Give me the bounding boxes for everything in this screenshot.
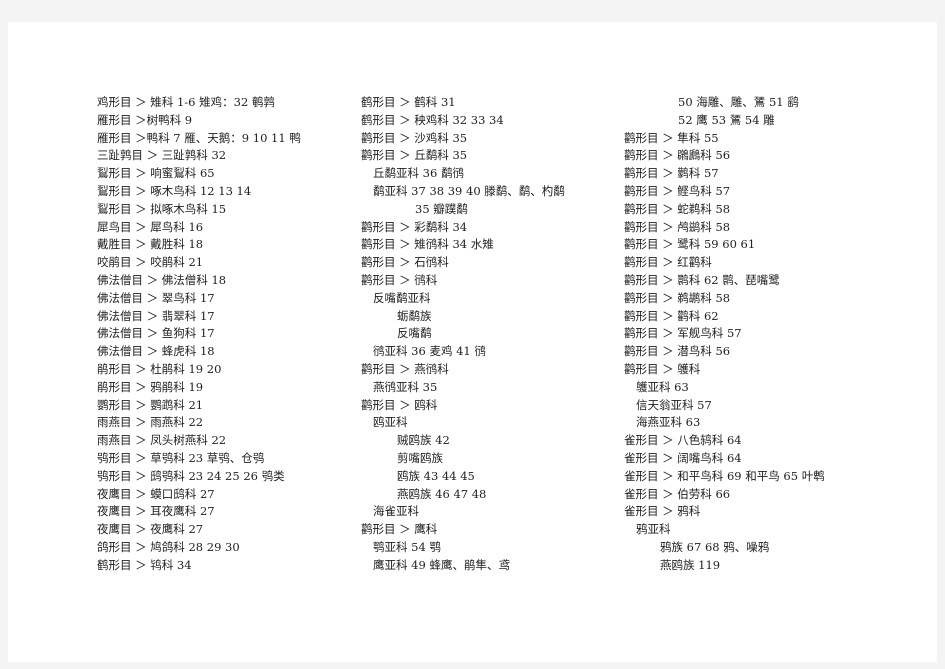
taxonomy-line: 佛法僧目 ＞ 鱼狗科 17 — [97, 326, 215, 341]
taxonomy-line: 夜鹰目 ＞ 蟆口鸱科 27 — [97, 486, 215, 501]
taxonomy-line: 鹳形目 ＞ 军舰鸟科 57 — [624, 326, 742, 341]
taxonomy-line: 海燕亚科 63 — [636, 415, 701, 430]
taxonomy-line: 雀形目 ＞ 八色鸫科 64 — [624, 433, 742, 448]
taxonomy-line: 雁形目 ＞树鸭科 9 — [97, 112, 193, 127]
taxonomy-line: 蛎鹬族 — [397, 308, 432, 323]
taxonomy-line: 鹃形目 ＞ 杜鹃科 19 20 — [97, 361, 222, 376]
taxonomy-line: 雀形目 ＞ 鸦科 — [624, 504, 701, 519]
taxonomy-line: 剪嘴鸥族 — [397, 450, 443, 465]
taxonomy-line: 鹬亚科 37 38 39 40 滕鹬、鹬、杓鹬 — [373, 183, 565, 198]
taxonomy-line: 雨燕目 ＞ 凤头树燕科 22 — [97, 433, 227, 448]
taxonomy-line: 反嘴鹬 — [397, 326, 432, 341]
taxonomy-line: 鹳形目 ＞ 蛇鹈科 58 — [624, 201, 731, 216]
taxonomy-line: 咬鹃目 ＞ 咬鹃科 21 — [97, 255, 204, 270]
taxonomy-line: 鸽形目 ＞ 鸠鸽科 28 29 30 — [97, 539, 240, 554]
taxonomy-line: 贼鸥族 42 — [397, 433, 450, 448]
taxonomy-line: 鸮形目 ＞ 鸱鸮科 23 24 25 26 鸮类 — [97, 468, 285, 483]
taxonomy-line: 鹳形目 ＞ 丘鹬科 35 — [361, 148, 468, 163]
taxonomy-line: 鹳形目 ＞ 鹱科 — [624, 361, 701, 376]
taxonomy-line: 戴胜目 ＞ 戴胜科 18 — [97, 237, 204, 252]
column-3: 50 海雕、雕、鵟 51 鹞 52 鹰 53 鵟 54 雕鹳形目 ＞ 隼科 55 鹳… — [624, 94, 825, 575]
taxonomy-line: 鴷形目 ＞ 拟啄木鸟科 15 — [97, 201, 227, 216]
taxonomy-line: 鹳形目 ＞ 鸊鷉科 56 — [624, 148, 731, 163]
taxonomy-line: 50 海雕、雕、鵟 51 鹞 — [678, 95, 799, 109]
taxonomy-line: 鴷形目 ＞ 响蜜鴷科 65 — [97, 166, 215, 181]
taxonomy-line: 鹳形目 ＞ 鹲科 57 — [624, 166, 719, 181]
taxonomy-line: 鸡形目 ＞ 雉科 1-6 雉鸡：32 鹌鹑 — [97, 95, 275, 109]
taxonomy-line: 雀形目 ＞ 阔嘴鸟科 64 — [624, 450, 742, 465]
taxonomy-line: 燕鸥族 46 47 48 — [397, 486, 487, 501]
taxonomy-line: 鹳形目 ＞ 鹭科 59 60 61 — [624, 237, 756, 252]
taxonomy-line: 反嘴鹬亚科 — [373, 290, 431, 305]
taxonomy-line: 佛法僧目 ＞ 翡翠科 17 — [97, 308, 215, 323]
taxonomy-line: 鹳形目 ＞ 鹈鹕科 58 — [624, 290, 731, 305]
taxonomy-line: 鹱亚科 63 — [636, 379, 689, 394]
taxonomy-line: 鸥亚科 — [373, 415, 408, 430]
taxonomy-line: 犀鸟目 ＞ 犀鸟科 16 — [97, 219, 204, 234]
taxonomy-line: 鹰亚科 49 蜂鹰、鹃隼、鸢 — [373, 557, 510, 572]
taxonomy-line: 夜鹰目 ＞ 夜鹰科 27 — [97, 522, 204, 537]
taxonomy-line: 鹳形目 ＞ 隼科 55 — [624, 130, 719, 145]
taxonomy-line: 燕鸻亚科 35 — [373, 379, 438, 394]
taxonomy-line: 鹃形目 ＞ 鸦鹃科 19 — [97, 379, 204, 394]
taxonomy-line: 三趾鹑目 ＞ 三趾鹑科 32 — [97, 148, 227, 163]
taxonomy-line: 鹳形目 ＞ 鹰科 — [361, 522, 438, 537]
taxonomy-line: 鹳形目 ＞ 鲣鸟科 57 — [624, 183, 731, 198]
taxonomy-line: 鴷形目 ＞ 啄木鸟科 12 13 14 — [97, 183, 252, 198]
taxonomy-line: 鹳形目 ＞ 燕鸻科 — [361, 361, 449, 376]
taxonomy-line: 鹳形目 ＞ 鸬鹚科 58 — [624, 219, 731, 234]
taxonomy-line: 52 鹰 53 鵟 54 雕 — [678, 112, 775, 127]
taxonomy-line: 海雀亚科 — [373, 504, 419, 519]
taxonomy-line: 鹤形目 ＞ 鸨科 34 — [97, 557, 192, 572]
taxonomy-line: 鸥族 43 44 45 — [397, 468, 475, 483]
taxonomy-line: 鹳形目 ＞ 沙鸡科 35 — [361, 130, 468, 145]
taxonomy-line: 鹦形目 ＞ 鹦鹉科 21 — [97, 397, 204, 412]
taxonomy-line: 鹳形目 ＞ 石鸻科 — [361, 255, 449, 270]
taxonomy-line: 鸻亚科 36 麦鸡 41 鸻 — [373, 344, 486, 359]
taxonomy-line: 佛法僧目 ＞ 翠鸟科 17 — [97, 290, 215, 305]
taxonomy-line: 佛法僧目 ＞ 佛法僧科 18 — [97, 272, 227, 287]
taxonomy-line: 鹤形目 ＞ 鹤科 31 — [361, 95, 456, 109]
taxonomy-line: 鹳形目 ＞ 鸻科 — [361, 272, 438, 287]
taxonomy-line: 鸦亚科 — [636, 522, 671, 537]
taxonomy-line: 鹳形目 ＞ 雉鸻科 34 水雉 — [361, 237, 494, 252]
taxonomy-line: 鹳形目 ＞ 彩鹬科 34 — [361, 219, 468, 234]
taxonomy-line: 雨燕目 ＞ 雨燕科 22 — [97, 415, 204, 430]
taxonomy-line: 鹗亚科 54 鹗 — [373, 539, 441, 554]
taxonomy-line: 鸦族 67 68 鸦、噪鸦 — [660, 539, 770, 554]
taxonomy-line: 鹳形目 ＞ 鹮科 62 鹮、琵嘴鹭 — [624, 272, 780, 287]
taxonomy-line: 雀形目 ＞ 和平鸟科 69 和平鸟 65 叶鹎 — [624, 468, 825, 483]
taxonomy-line: 鹳形目 ＞ 鸥科 — [361, 397, 438, 412]
taxonomy-line: 鹤形目 ＞ 秧鸡科 32 33 34 — [361, 112, 504, 127]
taxonomy-line: 丘鹬亚科 36 鹬鸻 — [373, 166, 464, 181]
taxonomy-line: 燕鸥族 119 — [660, 557, 721, 572]
taxonomy-line: 鸮形目 ＞ 草鸮科 23 草鸮、仓鸮 — [97, 450, 265, 465]
taxonomy-line: 鹳形目 ＞ 鹳科 62 — [624, 308, 719, 323]
taxonomy-line: 雁形目 ＞鸭科 7 雁、天鹅：9 10 11 鸭 — [97, 130, 301, 145]
taxonomy-line: 35 瓣蹼鹬 — [415, 201, 468, 216]
column-2: 鹤形目 ＞ 鹤科 31 鹤形目 ＞ 秧鸡科 32 33 34 鹳形目 ＞ 沙鸡科 3… — [361, 94, 565, 575]
taxonomy-line: 夜鹰目 ＞ 耳夜鹰科 27 — [97, 504, 215, 519]
taxonomy-line: 信天翁亚科 57 — [636, 397, 712, 412]
taxonomy-line: 鹳形目 ＞ 红鹳科 — [624, 255, 712, 270]
taxonomy-line: 鹳形目 ＞ 潜鸟科 56 — [624, 344, 731, 359]
column-1: 鸡形目 ＞ 雉科 1-6 雉鸡：32 鹌鹑 雁形目 ＞树鸭科 9 雁形目 ＞鸭科 7… — [97, 94, 301, 575]
taxonomy-line: 佛法僧目 ＞ 蜂虎科 18 — [97, 344, 215, 359]
taxonomy-line: 雀形目 ＞ 伯劳科 66 — [624, 486, 731, 501]
